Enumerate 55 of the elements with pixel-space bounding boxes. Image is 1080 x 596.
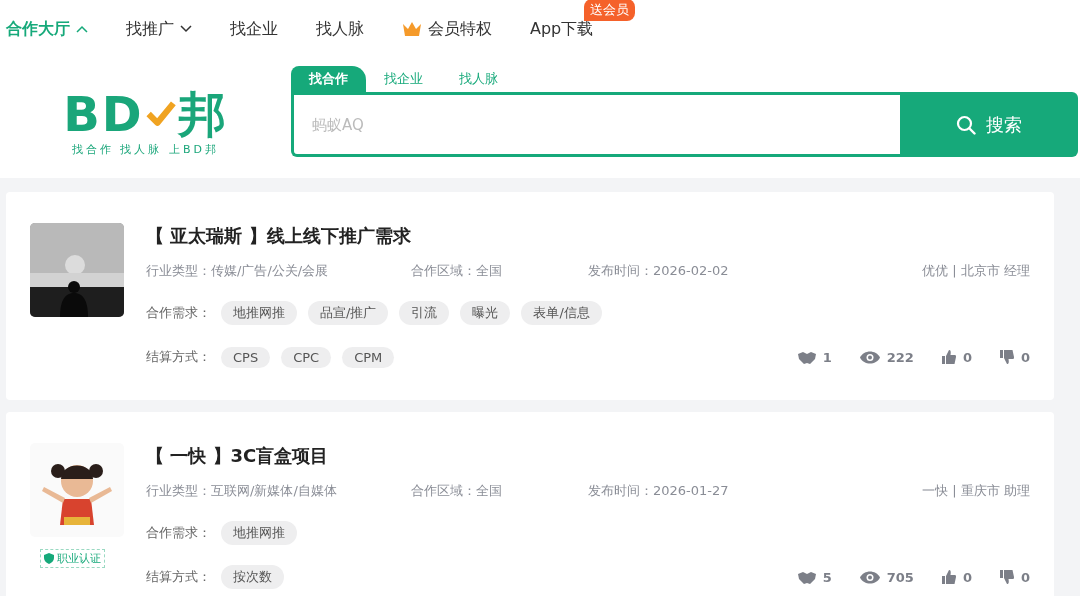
verified-badge: 职业认证 <box>40 549 105 568</box>
tag: 曝光 <box>460 301 511 325</box>
tag: CPC <box>281 346 332 368</box>
meta-text: 行业类型：传媒/广告/公关/会展 <box>146 262 330 280</box>
tag: 地推网推 <box>221 301 297 325</box>
stat-count: 705 <box>886 569 914 585</box>
stat-count: 222 <box>886 349 914 365</box>
tag: 品宣/推广 <box>308 301 389 325</box>
crown-icon <box>402 21 422 37</box>
thumbs-up-icon <box>941 570 956 584</box>
poster-info: 优优 | 北京市 经理 <box>922 262 1030 280</box>
nav-link[interactable]: 找企业 <box>230 18 278 40</box>
row-label: 结算方式： <box>146 568 211 586</box>
caret-icon <box>180 25 192 33</box>
nav-link[interactable]: 找人脉 <box>316 18 364 40</box>
stat-count: 0 <box>962 349 972 365</box>
promo-badge: 送会员 <box>584 0 636 21</box>
search-field[interactable]: 蚂蚁AQ <box>291 92 900 157</box>
meta-text: 发布时间：2026-02-02 <box>588 262 729 280</box>
meta-text: 行业类型：互联网/新媒体/自媒体 <box>146 482 338 500</box>
meta-text: 发布时间：2026-01-27 <box>588 482 729 500</box>
stat-count: 5 <box>822 569 832 585</box>
tag: 按次数 <box>221 565 284 589</box>
nav-link[interactable]: App下载 <box>530 18 594 40</box>
logo-text: BD <box>63 88 144 140</box>
eye-icon <box>859 570 880 584</box>
tag: 表单/信息 <box>521 301 602 325</box>
tag: 地推网推 <box>221 521 297 545</box>
caret-icon <box>76 25 88 33</box>
stat-count: 0 <box>1020 349 1030 365</box>
check-icon <box>145 100 176 128</box>
stat-count: 1 <box>822 349 832 365</box>
thumbs-down-icon <box>999 570 1014 584</box>
tag: CPS <box>221 346 271 368</box>
nav-link[interactable]: 找推广 <box>126 18 192 40</box>
logo-tagline: 找合作 找人脉 上BD邦 <box>72 142 219 157</box>
stat-count: 0 <box>962 569 972 585</box>
search-icon <box>956 114 976 135</box>
row-label: 合作需求： <box>146 524 211 542</box>
meta-text: 合作区域：全国 <box>411 482 503 500</box>
listing-title[interactable]: 【 一快 】3C盲盒项目 <box>146 443 1030 469</box>
thumbs-up-icon <box>941 350 956 364</box>
stat-count: 0 <box>1020 569 1030 585</box>
row-label: 结算方式： <box>146 348 211 366</box>
row-label: 合作需求： <box>146 304 211 322</box>
tag: CPM <box>342 346 395 368</box>
nav-link[interactable]: 会员特权 <box>402 18 492 40</box>
listing-title[interactable]: 【 亚太瑞斯 】线上线下推广需求 <box>146 223 1030 249</box>
thumbs-down-icon <box>999 350 1014 364</box>
shield-icon <box>44 553 54 564</box>
meta-text: 合作区域：全国 <box>411 262 503 280</box>
tag: 引流 <box>399 301 450 325</box>
logo-text: 邦 <box>177 88 228 140</box>
poster-info: 一快 | 重庆市 助理 <box>922 482 1030 500</box>
eye-icon <box>859 350 880 364</box>
